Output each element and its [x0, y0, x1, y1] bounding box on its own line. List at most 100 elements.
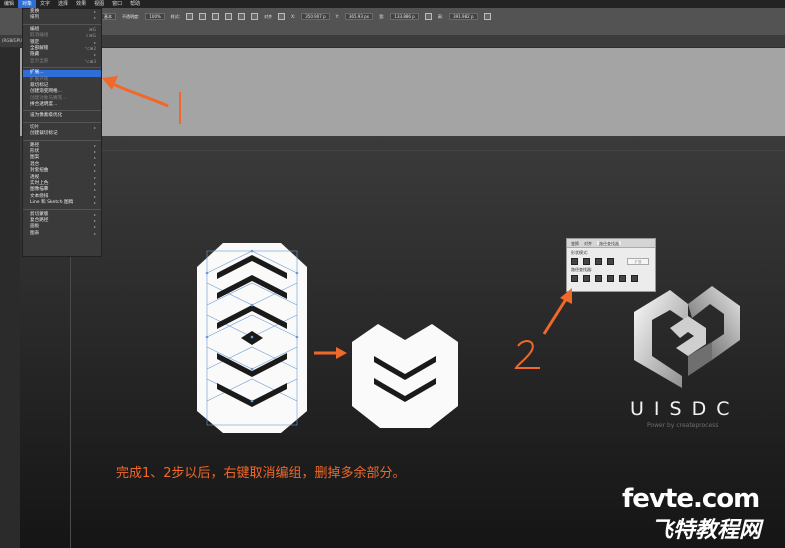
menu-item-label: 创建对象马赛克... — [30, 95, 67, 101]
menu-item[interactable]: 排列 ▸ — [23, 15, 101, 21]
menubar-item[interactable]: 选择 — [54, 0, 72, 8]
style-swatch[interactable] — [186, 13, 194, 20]
instruction-caption: 完成1、2步以后，右键取消编组，删掉多余部分。 — [116, 466, 406, 481]
menu-item-label: 扩展外观 — [30, 76, 49, 82]
panel-tab[interactable]: 变换 — [571, 241, 579, 246]
menubar-item[interactable]: 编辑 — [0, 0, 18, 8]
annotation-arrow-1-icon — [102, 76, 181, 124]
divide-icon[interactable] — [571, 275, 578, 282]
menu-item-label: 创建裁切标记 — [30, 131, 58, 137]
panel-tab[interactable]: 对齐 — [584, 241, 592, 246]
menu-item[interactable]: Line 和 Sketch 图稿 ▸ — [23, 200, 101, 206]
document-tab-strip: (RGB/GPU — [0, 36, 785, 48]
minus-front-icon[interactable] — [583, 258, 590, 265]
link-icon[interactable] — [424, 13, 432, 20]
shape-modes-row: 扩展 — [567, 258, 655, 265]
minus-back-icon[interactable] — [631, 275, 638, 282]
trim-icon[interactable] — [583, 275, 590, 282]
submenu-arrow-icon: ▸ — [93, 230, 96, 236]
menu-separator — [23, 22, 101, 25]
menu-item-label: 拼合透明度... — [30, 102, 58, 108]
menu-item-label: 实时上色 — [30, 180, 49, 186]
menu-item-label: 透视 — [30, 174, 40, 180]
menu-item-label: 图表 — [30, 230, 40, 236]
exclude-icon[interactable] — [607, 258, 614, 265]
menu-item[interactable]: 图表 ▸ — [23, 231, 101, 237]
menu-item-label: 图案 — [30, 155, 40, 161]
menu-item: 显示全部 ⌥⌘3 — [23, 59, 101, 65]
basic-stroke-field[interactable]: 基本 — [100, 13, 116, 20]
menu-item-label: 剪切蒙版 — [30, 211, 49, 217]
align-left-icon[interactable] — [212, 13, 220, 20]
menu-item-label: 创建渐变网格... — [30, 89, 62, 95]
recolor-icon[interactable] — [199, 13, 207, 20]
object-menu: 变换 ▸ 排列 ▸ 编组 ⌘G 取消编组 ⇧⌘G 锁定 ▸ 全部解锁 ⌥⌘2 隐藏 ▸ 显示全部 ⌥⌘3 扩展.… — [22, 8, 102, 257]
menu-item-label: 编组 — [30, 26, 40, 32]
menu-item-label: 设为像素级优化 — [30, 113, 63, 119]
reference-point-icon[interactable] — [278, 13, 286, 20]
menu-separator — [23, 207, 101, 210]
intersect-icon[interactable] — [595, 258, 602, 265]
menubar-item[interactable]: 效果 — [72, 0, 90, 8]
brand-name: UISDC — [630, 398, 740, 420]
transform-icon[interactable] — [483, 13, 491, 20]
style-label: 样式: — [170, 13, 181, 19]
app-menubar: 编辑 对象 文字 选择 效果 视图 窗口 帮助 — [0, 0, 785, 8]
watermark-latin: fevte.com — [622, 484, 760, 514]
menu-separator — [23, 138, 101, 141]
menu-item-label: 隐藏 — [30, 52, 40, 58]
hexagon-artwork-original[interactable] — [195, 243, 310, 433]
menu-item-label: 变换 — [30, 9, 40, 14]
submenu-arrow-icon: ▸ — [93, 200, 96, 206]
menu-item-label: 画板 — [30, 224, 40, 230]
menu-item[interactable]: 拼合透明度... — [23, 102, 101, 108]
brand-subtitle: Power by createprocess — [647, 422, 719, 429]
pathfinder-tabs: 变换 对齐 路径查找器 — [567, 239, 655, 248]
align-center-icon[interactable] — [225, 13, 233, 20]
menu-item-label: 切片 — [30, 124, 40, 130]
y-label: Y: — [335, 14, 339, 19]
merge-icon[interactable] — [595, 275, 602, 282]
menu-item-label: 形状 — [30, 149, 40, 155]
menu-item[interactable]: 设为像素级优化 — [23, 113, 101, 119]
outline-icon[interactable] — [619, 275, 626, 282]
w-label: 宽: — [379, 13, 385, 19]
menu-item-label: 取消编组 — [30, 33, 49, 39]
align-label: 对齐 — [264, 13, 273, 19]
menubar-item[interactable]: 对象 — [18, 0, 37, 8]
panel-tab[interactable]: 路径查找器 — [597, 241, 621, 246]
menubar-item[interactable]: 窗口 — [108, 0, 126, 8]
step-arrow-icon — [314, 347, 347, 359]
menu-item[interactable]: 创建裁切标记 — [23, 131, 101, 137]
uisdc-logo-icon — [634, 286, 740, 388]
menu-item-label: Line 和 Sketch 图稿 — [30, 200, 74, 206]
menu-separator — [23, 65, 101, 69]
x-label: X: — [291, 14, 296, 19]
menubar-item[interactable]: 视图 — [90, 0, 108, 8]
unite-icon[interactable] — [571, 258, 578, 265]
menu-item-label: 裁切标记 — [30, 82, 49, 88]
annotation-arrow-2-icon — [514, 288, 572, 369]
tools-panel — [0, 48, 20, 548]
menu-separator — [23, 120, 101, 123]
document-tab[interactable]: (RGB/GPU — [2, 38, 22, 43]
menubar-item[interactable]: 帮助 — [126, 0, 144, 8]
opacity-field[interactable]: 100% — [145, 13, 165, 20]
h-field[interactable]: 391.982 p — [449, 13, 478, 20]
menu-item-label: 文本绕排 — [30, 193, 49, 199]
h-label: 高: — [437, 13, 444, 19]
y-field[interactable]: 365.93 px — [344, 13, 374, 20]
x-field[interactable]: 350.907 p — [301, 13, 330, 20]
watermark-chinese: 飞特教程网 — [651, 518, 762, 543]
crop-icon[interactable] — [607, 275, 614, 282]
expand-button[interactable]: 扩展 — [627, 258, 649, 265]
pathfinders-row — [567, 275, 655, 282]
align-right-icon[interactable] — [238, 13, 246, 20]
hexagon-artwork-result[interactable] — [350, 322, 460, 430]
w-field[interactable]: 133.886 p — [390, 13, 419, 20]
menubar-item[interactable]: 文字 — [36, 0, 54, 8]
menu-item-label: 显示全部 — [30, 58, 49, 64]
distribute-icon[interactable] — [251, 13, 259, 20]
menu-item-label: 扩展... — [30, 70, 44, 76]
menu-shortcut: ⌥⌘3 — [84, 58, 96, 64]
